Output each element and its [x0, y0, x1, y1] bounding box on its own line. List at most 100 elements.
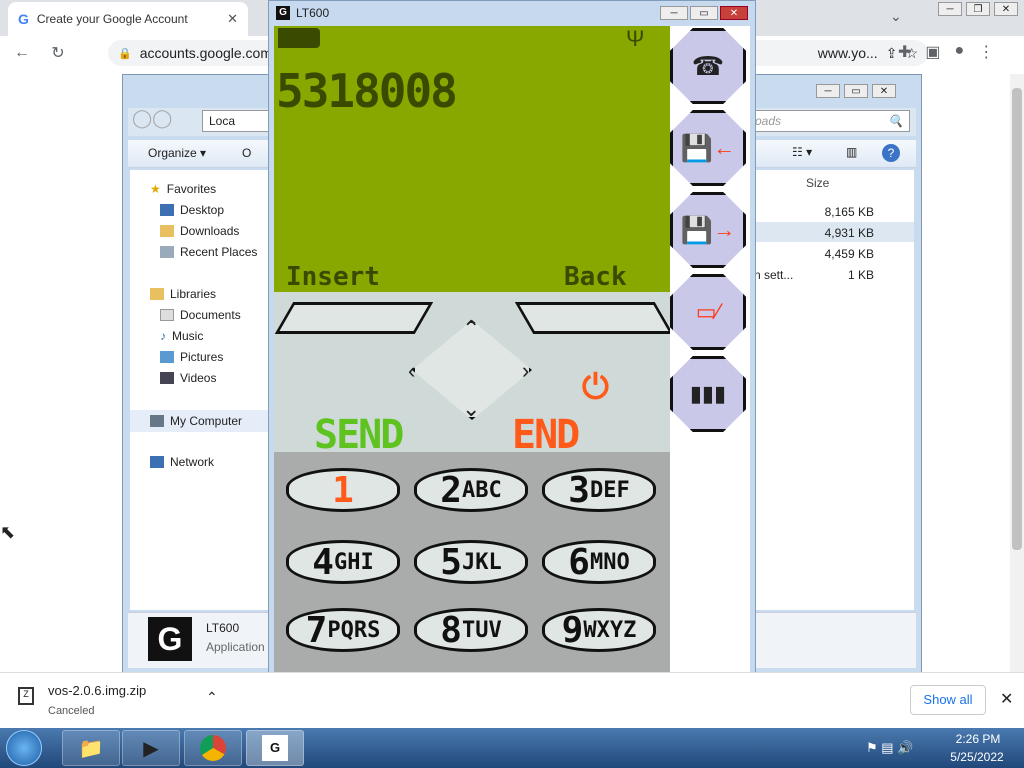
send-button[interactable]: SEND: [314, 412, 404, 458]
clock-date[interactable]: 5/25/2022: [944, 750, 1010, 764]
start-button[interactable]: [6, 730, 42, 766]
softkey-left-button[interactable]: [274, 302, 434, 334]
power-icon[interactable]: ⏻: [582, 368, 609, 407]
nav-label: Desktop: [180, 203, 225, 217]
key-5[interactable]: 5 JKL: [414, 540, 528, 584]
nav-recent[interactable]: Recent Places: [160, 245, 257, 259]
nav-videos[interactable]: Videos: [160, 371, 216, 385]
nav-libraries[interactable]: Libraries: [150, 287, 216, 301]
maximize-icon[interactable]: ▭: [844, 84, 868, 98]
breadcrumb[interactable]: Loca: [202, 110, 274, 132]
nav-music[interactable]: ♪ Music: [160, 329, 203, 343]
star-icon: ★: [150, 182, 161, 196]
organize-label: Organize: [148, 146, 197, 160]
key-3[interactable]: 3 DEF: [542, 468, 656, 512]
minimize-icon[interactable]: ─: [938, 2, 962, 16]
close-shelf-icon[interactable]: ✕: [1000, 689, 1013, 709]
nav-back-forward-icon[interactable]: ◯◯: [132, 108, 172, 129]
sidepanel-icon[interactable]: ▣: [925, 42, 940, 62]
key-2[interactable]: 2 ABC: [414, 468, 528, 512]
key-digit: 6: [568, 541, 590, 583]
download-filename[interactable]: vos-2.0.6.img.zip: [48, 683, 146, 698]
tab-google-account[interactable]: G Create your Google Account ✕: [8, 2, 248, 36]
battery-dead-button[interactable]: ▭⁄: [670, 274, 746, 350]
key-1[interactable]: 1: [286, 468, 400, 512]
preview-pane-icon[interactable]: ▥: [846, 145, 857, 159]
file-name[interactable]: n sett...: [754, 268, 793, 282]
views-icon[interactable]: ☷ ▾: [792, 145, 812, 159]
show-all-button[interactable]: Show all: [910, 685, 986, 715]
minimize-icon[interactable]: ─: [816, 84, 840, 98]
details-type: Application: [206, 640, 265, 654]
nav-pictures[interactable]: Pictures: [160, 350, 223, 364]
scrollbar-thumb[interactable]: [1012, 88, 1022, 550]
reload-icon[interactable]: ↻: [46, 41, 70, 65]
close-icon[interactable]: ✕: [872, 84, 896, 98]
taskbar-lt600[interactable]: G: [246, 730, 304, 766]
nav-documents[interactable]: Documents: [160, 308, 241, 322]
download-options-chevron-icon[interactable]: ⌃: [206, 689, 218, 706]
key-6[interactable]: 6 MNO: [542, 540, 656, 584]
open-button[interactable]: O: [242, 146, 251, 160]
key-letters: TUV: [461, 617, 502, 643]
nav-my-computer[interactable]: My Computer: [130, 410, 268, 432]
key-8[interactable]: 8 TUV: [414, 608, 528, 652]
nav-desktop[interactable]: Desktop: [160, 203, 224, 217]
file-size: 4,931 KB: [824, 226, 874, 240]
softkey-left-label: Insert: [286, 262, 380, 292]
organize-button[interactable]: Organize ▾: [148, 146, 206, 160]
arrow-right-icon: →: [713, 217, 736, 242]
key-letters: GHI: [333, 549, 374, 575]
search-placeholder: oads: [755, 114, 782, 128]
clock-time[interactable]: 2:26 PM: [950, 732, 1006, 746]
toolbar-right: ✚ ▣ ● ⋮: [898, 42, 994, 62]
nav-downloads[interactable]: Downloads: [160, 224, 239, 238]
mouse-cursor-icon: ⬉: [0, 522, 16, 542]
close-icon[interactable]: ✕: [720, 6, 748, 20]
end-button[interactable]: END: [512, 412, 580, 458]
taskbar-explorer[interactable]: 📁: [62, 730, 120, 766]
dpad-right-icon[interactable]: ›: [522, 358, 529, 384]
menu-icon[interactable]: ⋮: [978, 42, 994, 62]
maximize-icon[interactable]: ▭: [690, 6, 718, 20]
handset-sidebar-button[interactable]: ☎: [670, 28, 746, 104]
share-icon[interactable]: ⇪: [886, 45, 898, 62]
dpad-down-icon[interactable]: ⌄: [462, 396, 480, 422]
close-icon[interactable]: ✕: [994, 2, 1018, 16]
key-7[interactable]: 7 PQRS: [286, 608, 400, 652]
key-4[interactable]: 4 GHI: [286, 540, 400, 584]
tray-icons[interactable]: ⚑ ▤ 🔊: [866, 740, 913, 756]
extensions-icon[interactable]: ✚: [898, 42, 911, 62]
softkey-right-button[interactable]: [514, 302, 674, 334]
minimize-icon[interactable]: ─: [660, 6, 688, 20]
size-column-header[interactable]: Size: [806, 176, 829, 190]
zip-file-icon: Z: [18, 687, 34, 705]
taskbar-chrome[interactable]: [184, 730, 242, 766]
search-box[interactable]: oads 🔍: [748, 110, 910, 132]
load-state-button[interactable]: 💾 ←: [670, 110, 746, 186]
videos-icon: [160, 372, 174, 384]
url-text-right: www.yo...: [817, 45, 878, 61]
restore-icon[interactable]: ❐: [966, 2, 990, 16]
nav-network[interactable]: Network: [150, 455, 214, 469]
nav-label: My Computer: [170, 414, 243, 428]
help-icon[interactable]: ?: [882, 144, 900, 162]
lt600-title: LT600: [296, 6, 330, 20]
battery-full-button[interactable]: ▮▮▮: [670, 356, 746, 432]
explorer-window-controls: ─ ▭ ✕: [816, 84, 896, 98]
back-icon[interactable]: ←: [10, 41, 34, 65]
nav-label: Recent Places: [180, 245, 258, 259]
page-scrollbar[interactable]: [1010, 74, 1024, 672]
taskbar-media-player[interactable]: ▶: [122, 730, 180, 766]
key-letters: WXYZ: [583, 617, 637, 643]
key-letters: ABC: [461, 477, 502, 503]
profile-icon[interactable]: ●: [955, 42, 965, 62]
save-state-button[interactable]: 💾 →: [670, 192, 746, 268]
key-9[interactable]: 9 WXYZ: [542, 608, 656, 652]
key-digit: 1: [332, 469, 354, 511]
nav-favorites[interactable]: ★ Favorites: [150, 182, 216, 196]
close-tab-icon[interactable]: ✕: [227, 11, 238, 27]
tab-search-chevron-icon[interactable]: ⌄: [890, 8, 902, 25]
dpad-left-icon[interactable]: ‹: [408, 358, 415, 384]
dpad-up-icon[interactable]: ⌃: [462, 316, 480, 342]
